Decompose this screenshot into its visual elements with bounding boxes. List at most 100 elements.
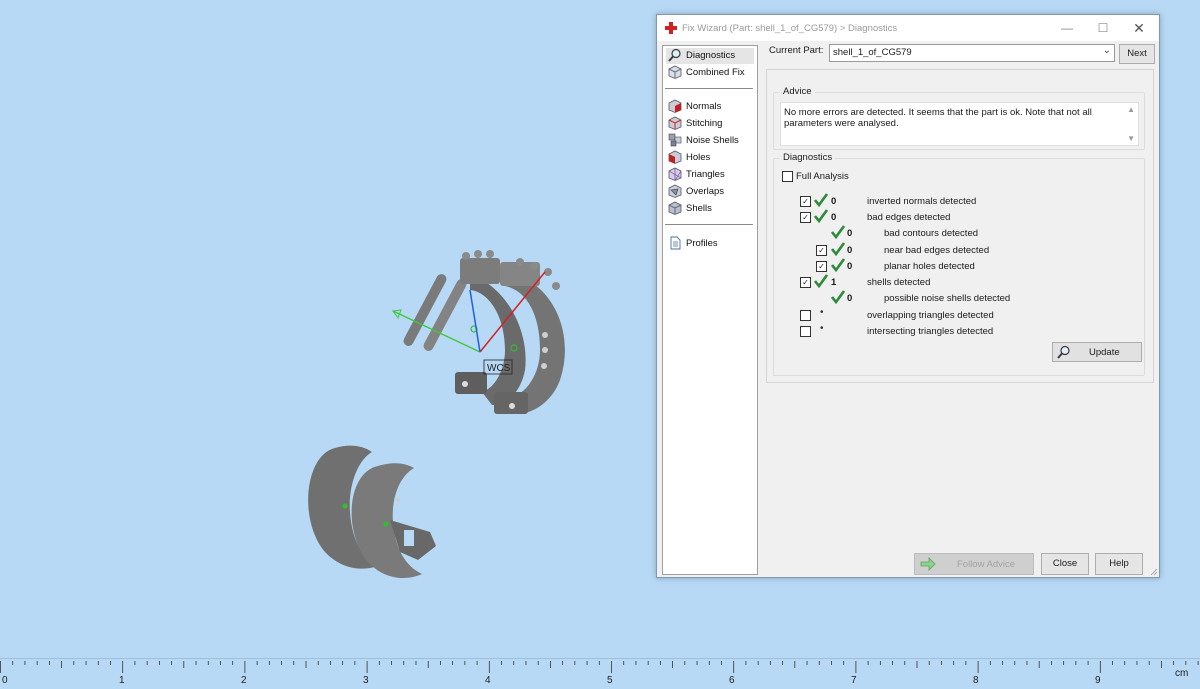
nav-item-normals[interactable]: Normals: [666, 99, 754, 115]
diag-label: intersecting triangles detected: [867, 326, 994, 337]
cube-icon: [668, 65, 682, 79]
diag-row-checkbox[interactable]: ✓: [800, 277, 811, 288]
advice-text: No more errors are detected. It seems th…: [784, 107, 1092, 129]
magnifier-icon: [1057, 345, 1070, 359]
ruler-label: 4: [485, 675, 491, 686]
holes-cube-icon: [668, 150, 682, 164]
dialog-titlebar[interactable]: Fix Wizard (Part: shell_1_of_CG579) > Di…: [657, 15, 1159, 41]
current-part-value: shell_1_of_CG579: [833, 47, 912, 58]
maximize-icon[interactable]: ☐: [1089, 18, 1117, 38]
nav-item-stitching[interactable]: Stitching: [666, 116, 754, 132]
upper-part-model[interactable]: [402, 250, 565, 415]
resize-grip-icon[interactable]: [1150, 568, 1158, 576]
diagnostics-title: Diagnostics: [780, 152, 836, 163]
normals-cube-icon: [668, 99, 682, 113]
diag-row-checkbox[interactable]: [800, 326, 811, 337]
arrow-right-icon: [920, 557, 936, 571]
diag-label: near bad edges detected: [884, 245, 990, 256]
ruler-label: 5: [607, 675, 613, 686]
noise-shells-icon: [668, 133, 682, 147]
full-analysis-checkbox[interactable]: [782, 171, 793, 182]
follow-advice-label: Follow Advice: [957, 559, 1016, 570]
nav-label: Triangles: [686, 169, 725, 180]
nav-item-combined-fix[interactable]: Combined Fix: [666, 65, 754, 81]
diag-label: overlapping triangles detected: [867, 310, 994, 321]
lower-part-model[interactable]: [308, 445, 436, 578]
diag-label: inverted normals detected: [867, 196, 977, 207]
red-cross-icon: [665, 22, 677, 34]
ruler-label: 7: [851, 675, 857, 686]
nav-label: Profiles: [686, 238, 718, 249]
stitching-cube-icon: [668, 116, 682, 130]
nav-item-triangles[interactable]: Triangles: [666, 167, 754, 183]
nav-item-holes[interactable]: Holes: [666, 150, 754, 166]
follow-advice-button[interactable]: Follow Advice: [914, 553, 1034, 575]
ruler-label: 3: [363, 675, 369, 686]
diag-label: planar holes detected: [884, 261, 975, 272]
ruler: 0 1 2 3 4 5 6 7 8 9 cm: [0, 658, 1200, 689]
current-part-select[interactable]: shell_1_of_CG579 ⌄: [829, 44, 1115, 62]
update-button[interactable]: Update: [1052, 342, 1142, 362]
green-check-icon: [831, 225, 845, 239]
ruler-label: 2: [241, 675, 247, 686]
diag-row-checkbox[interactable]: [800, 310, 811, 321]
diag-row-checkbox[interactable]: ✓: [800, 196, 811, 207]
ruler-label: 1: [119, 675, 125, 686]
advice-title: Advice: [780, 86, 815, 97]
shells-icon: [668, 201, 682, 215]
help-button[interactable]: Help: [1095, 553, 1143, 575]
chevron-down-icon: ⌄: [1102, 45, 1111, 56]
nav-label: Stitching: [686, 118, 723, 129]
advice-textbox[interactable]: No more errors are detected. It seems th…: [780, 102, 1139, 146]
green-check-icon: [814, 193, 828, 207]
green-check-icon: [831, 242, 845, 256]
ruler-label: 0: [2, 675, 8, 686]
update-label: Update: [1089, 347, 1120, 358]
magnifier-icon: [668, 48, 681, 62]
diag-label: possible noise shells detected: [884, 293, 1011, 304]
dialog-title: Fix Wizard (Part: shell_1_of_CG579) > Di…: [682, 23, 898, 34]
document-icon: [670, 236, 681, 250]
nav-label: Normals: [686, 101, 722, 112]
nav-item-noise-shells[interactable]: Noise Shells: [666, 133, 754, 149]
ruler-label: 9: [1095, 675, 1101, 686]
green-check-icon: [814, 274, 828, 288]
ruler-unit: cm: [1175, 668, 1189, 679]
green-check-icon: [831, 290, 845, 304]
current-part-label: Current Part:: [769, 45, 824, 56]
diag-count: 0: [847, 293, 853, 304]
nav-item-overlaps[interactable]: Overlaps: [666, 184, 754, 200]
fix-wizard-dialog: Fix Wizard (Part: shell_1_of_CG579) > Di…: [656, 14, 1160, 578]
diag-row-checkbox[interactable]: ✓: [800, 212, 811, 223]
minimize-icon[interactable]: —: [1053, 18, 1081, 38]
next-button[interactable]: Next: [1119, 44, 1155, 64]
diag-count: 0: [847, 245, 853, 256]
diagnostics-group: Diagnostics Full Analysis ✓ 0 inverted n…: [773, 152, 1145, 376]
diag-count: 0: [847, 261, 853, 272]
diag-count: 0: [831, 212, 837, 223]
diagnostics-panel: Advice No more errors are detected. It s…: [766, 69, 1154, 383]
scroll-down-icon[interactable]: ▼: [1127, 134, 1135, 143]
triangles-icon: [668, 167, 682, 181]
diag-row-checkbox[interactable]: ✓: [816, 245, 827, 256]
nav-item-diagnostics[interactable]: Diagnostics: [666, 48, 754, 64]
ruler-label: 8: [973, 675, 979, 686]
nav-item-profiles[interactable]: Profiles: [666, 236, 754, 252]
pending-dot-icon: •: [820, 307, 824, 318]
nav-label: Holes: [686, 152, 711, 163]
overlaps-icon: [668, 184, 682, 198]
diag-label: shells detected: [867, 277, 931, 288]
diag-count: 0: [847, 228, 853, 239]
nav-item-shells[interactable]: Shells: [666, 201, 754, 217]
diag-label: bad contours detected: [884, 228, 979, 239]
ruler-label: 6: [729, 675, 735, 686]
wcs-label: WCS: [487, 363, 511, 374]
nav-divider: [665, 88, 753, 89]
close-button[interactable]: Close: [1041, 553, 1089, 575]
green-check-icon: [814, 209, 828, 223]
close-icon[interactable]: ✕: [1125, 18, 1153, 38]
pending-dot-icon: •: [820, 323, 824, 334]
scroll-up-icon[interactable]: ▲: [1127, 105, 1135, 114]
nav-label: Shells: [686, 203, 712, 214]
diag-row-checkbox[interactable]: ✓: [816, 261, 827, 272]
